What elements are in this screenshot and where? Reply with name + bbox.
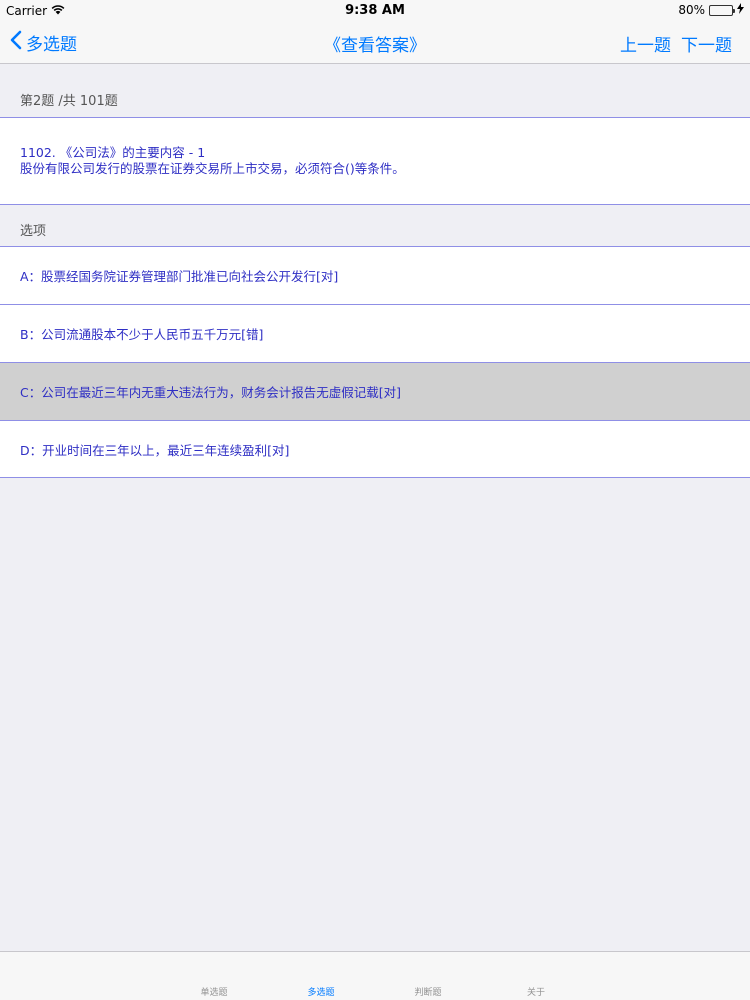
option-label: D：开业时间在三年以上，最近三年连续盈利[对]: [20, 442, 290, 458]
status-time: 9:38 AM: [345, 3, 405, 18]
option-label: A：股票经国务院证券管理部门批准已向社会公开发行[对]: [20, 269, 339, 284]
navigation-bar: 多选题 《查看答案》 上一题 下一题: [0, 22, 750, 64]
options-header: 选项: [20, 224, 47, 239]
tab-single-choice[interactable]: 单选题: [184, 985, 244, 998]
tab-true-false[interactable]: 判断题: [398, 985, 458, 998]
question-title: 1102. 《公司法》的主要内容 - 1: [20, 145, 206, 160]
status-right: 80%: [678, 3, 744, 17]
option-label: B：公司流通股本不少于人民币五千万元[错]: [20, 327, 264, 342]
tab-bar: 单选题 多选题 判断题 关于: [0, 951, 750, 1000]
question-text: 股份有限公司发行的股票在证券交易所上市交易，必须符合()等条件。: [20, 161, 405, 176]
option-a[interactable]: A：股票经国务院证券管理部门批准已向社会公开发行[对]: [0, 246, 750, 304]
tab-multiple-choice[interactable]: 多选题: [291, 985, 351, 998]
prev-question-button[interactable]: 上一题: [620, 31, 671, 56]
option-c[interactable]: C：公司在最近三年内无重大违法行为，财务会计报告无虚假记载[对]: [0, 362, 750, 420]
options-list: A：股票经国务院证券管理部门批准已向社会公开发行[对] B：公司流通股本不少于人…: [0, 246, 750, 478]
battery-icon: [709, 4, 735, 16]
question-progress: 第2题 /共 101题: [20, 94, 118, 109]
next-question-button[interactable]: 下一题: [681, 31, 732, 56]
option-d[interactable]: D：开业时间在三年以上，最近三年连续盈利[对]: [0, 420, 750, 478]
battery-percent: 80%: [678, 3, 705, 17]
option-b[interactable]: B：公司流通股本不少于人民币五千万元[错]: [0, 304, 750, 362]
tab-about[interactable]: 关于: [506, 985, 566, 998]
nav-right-buttons: 上一题 下一题: [620, 31, 732, 56]
question-cell: 1102. 《公司法》的主要内容 - 1 股份有限公司发行的股票在证券交易所上市…: [0, 117, 750, 205]
charging-icon: [737, 3, 744, 17]
status-bar: Carrier 9:38 AM 80%: [0, 0, 750, 22]
option-label: C：公司在最近三年内无重大违法行为，财务会计报告无虚假记载[对]: [20, 385, 401, 400]
